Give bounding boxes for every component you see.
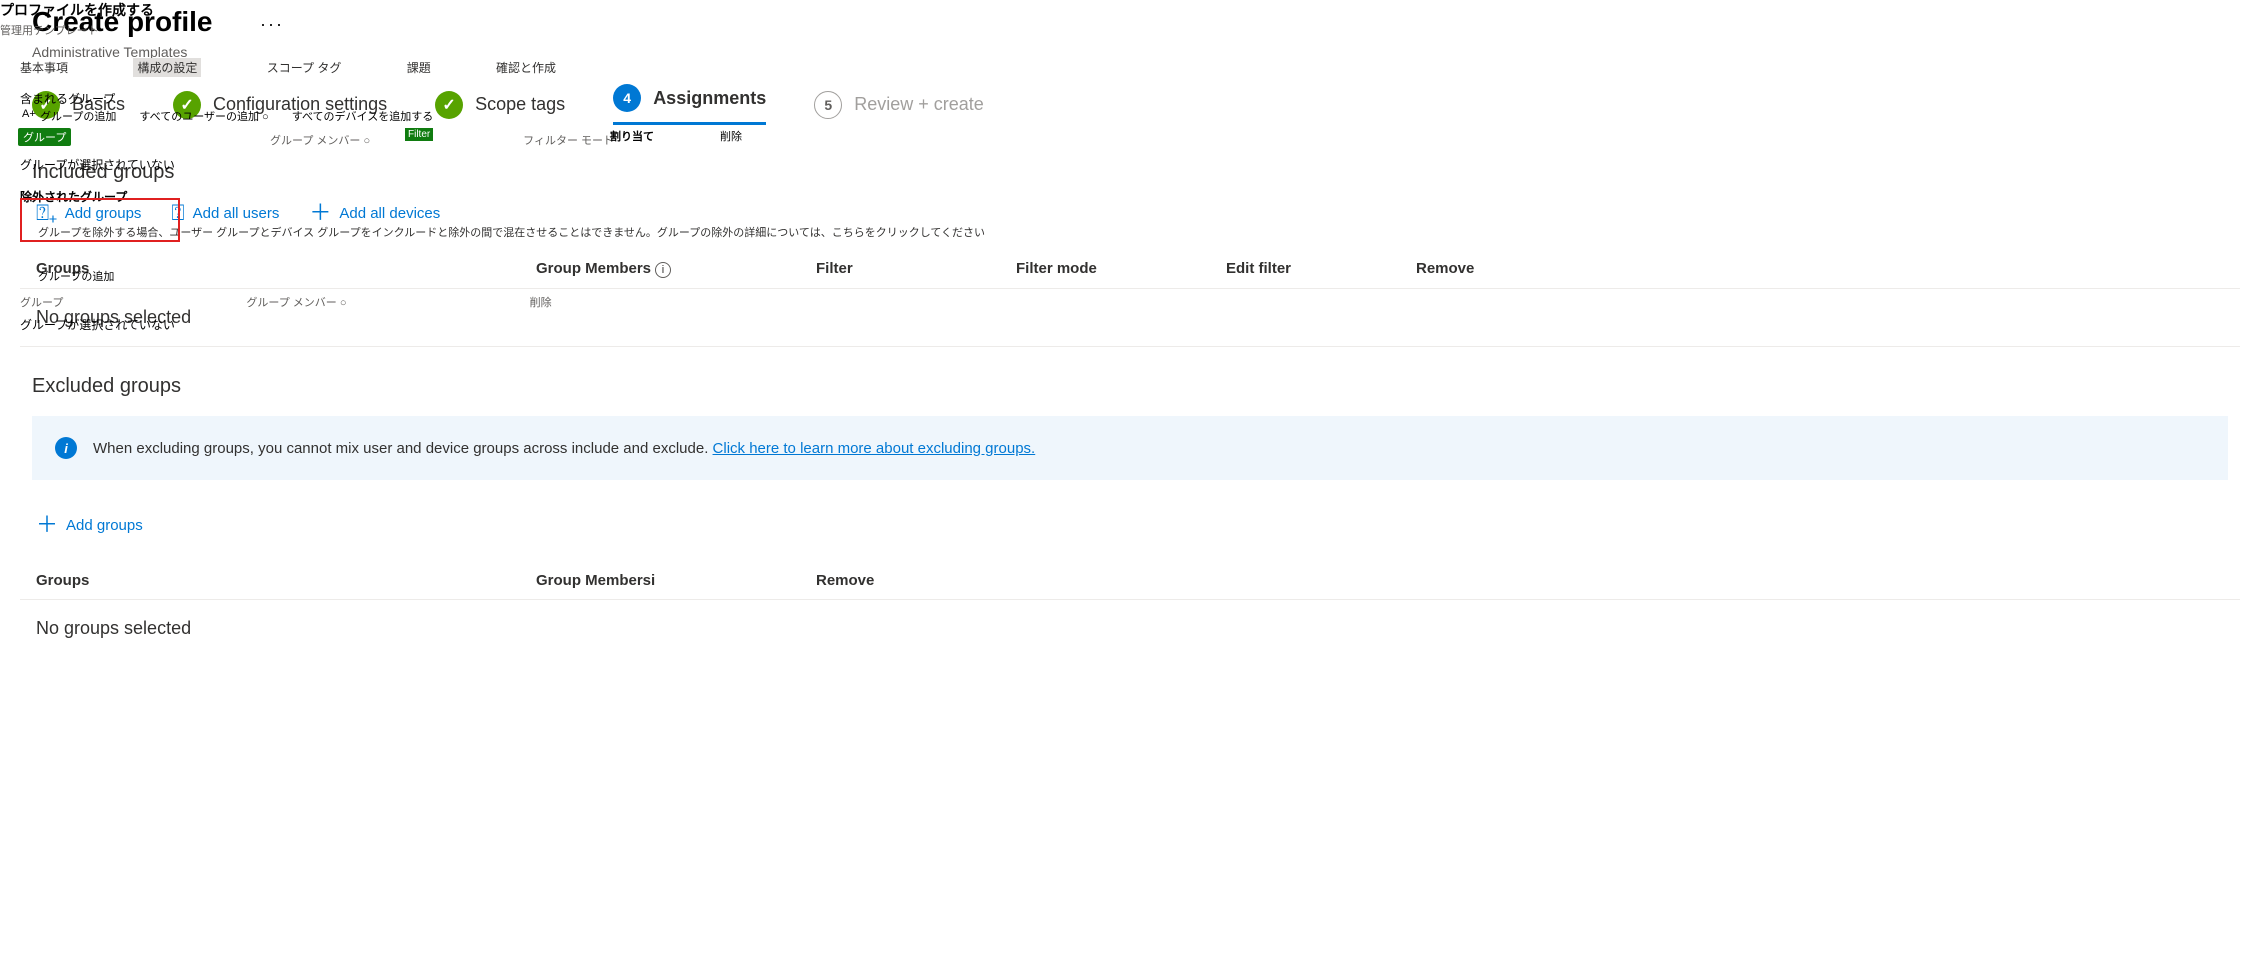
button-label: Add all devices — [339, 205, 440, 222]
check-icon: ✓ — [173, 91, 201, 119]
included-groups-title: Included groups — [32, 161, 2240, 184]
excluded-groups-title: Excluded groups — [32, 375, 2240, 398]
page-subtitle: Administrative Templates — [32, 44, 2240, 60]
excluded-empty-row: No groups selected — [20, 600, 2240, 657]
check-icon: ✓ — [435, 91, 463, 119]
add-user-icon: ⍰₊ — [36, 202, 57, 224]
add-all-devices-button[interactable]: ＋ Add all devices — [309, 202, 440, 224]
col-groups: Groups — [36, 572, 536, 589]
ghost-filter-badge: Filter — [405, 128, 433, 141]
col-filter: Filter — [816, 260, 1016, 278]
ghost-assign-jp: 割り当て — [610, 128, 654, 144]
info-icon: i — [55, 437, 77, 459]
col-group-members: Group Membersi — [536, 572, 816, 589]
excluded-info-box: i When excluding groups, you cannot mix … — [32, 416, 2228, 480]
excluded-table-header: Groups Group Membersi Remove — [20, 562, 2240, 600]
step-review-create[interactable]: 5 Review + create — [814, 91, 984, 119]
learn-more-link[interactable]: Click here to learn more about excluding… — [713, 440, 1036, 457]
col-remove: Remove — [1416, 260, 1576, 278]
button-label: Add all users — [193, 205, 280, 222]
included-empty-row: No groups selected — [20, 289, 2240, 347]
included-table-header: Groups Group Membersi Filter Filter mode… — [20, 250, 2240, 289]
button-label: Add groups — [66, 517, 143, 534]
excluded-action-bar: ＋ Add groups — [36, 514, 2240, 536]
ghost-tabs-jp: 基本事項 構成の設定 スコープ タグ 課題 確認と作成 — [20, 58, 618, 77]
add-all-users-button[interactable]: ⍰ Add all users — [171, 202, 279, 224]
step-label: Configuration settings — [213, 94, 387, 115]
add-user-icon: ⍰ — [171, 202, 184, 224]
add-groups-button[interactable]: ⍰₊ Add groups — [36, 202, 141, 224]
plus-icon: ＋ — [309, 202, 331, 224]
col-filter-mode: Filter mode — [1016, 260, 1226, 278]
step-assignments[interactable]: 4 Assignments — [613, 84, 766, 125]
col-edit-filter: Edit filter — [1226, 260, 1416, 278]
col-groups: Groups — [36, 260, 536, 278]
step-label: Scope tags — [475, 94, 565, 115]
included-action-bar: ⍰₊ Add groups ⍰ Add all users ＋ Add all … — [36, 202, 2240, 224]
add-groups-button-excluded[interactable]: ＋ Add groups — [36, 514, 143, 536]
step-number-icon: 5 — [814, 91, 842, 119]
step-basics[interactable]: ✓ Basics — [32, 91, 125, 119]
step-label: Review + create — [854, 94, 984, 115]
col-group-members: Group Membersi — [536, 260, 816, 278]
info-icon[interactable]: i — [651, 572, 655, 589]
ghost-col-remove-jp: 削除 — [720, 128, 742, 144]
col-remove: Remove — [816, 572, 1016, 589]
button-label: Add groups — [65, 205, 142, 222]
page-title: Create profile — [32, 0, 2240, 38]
info-icon[interactable]: i — [655, 262, 671, 278]
check-icon: ✓ — [32, 91, 60, 119]
step-number-icon: 4 — [613, 84, 641, 112]
plus-icon: ＋ — [36, 514, 58, 536]
wizard-stepper: ✓ Basics ✓ Configuration settings ✓ Scop… — [32, 84, 2240, 125]
ghost-group-badge: グループ — [18, 128, 71, 146]
step-config-settings[interactable]: ✓ Configuration settings — [173, 91, 387, 119]
step-label: Assignments — [653, 88, 766, 109]
step-scope-tags[interactable]: ✓ Scope tags — [435, 91, 565, 119]
info-text: When excluding groups, you cannot mix us… — [93, 440, 1035, 457]
ghost-col-row-jp: グループ メンバー ○ フィルター モード — [270, 132, 764, 148]
ghost-help-jp: グループを除外する場合、ユーザー グループとデバイス グループをインクルードと除… — [38, 224, 985, 240]
step-label: Basics — [72, 94, 125, 115]
